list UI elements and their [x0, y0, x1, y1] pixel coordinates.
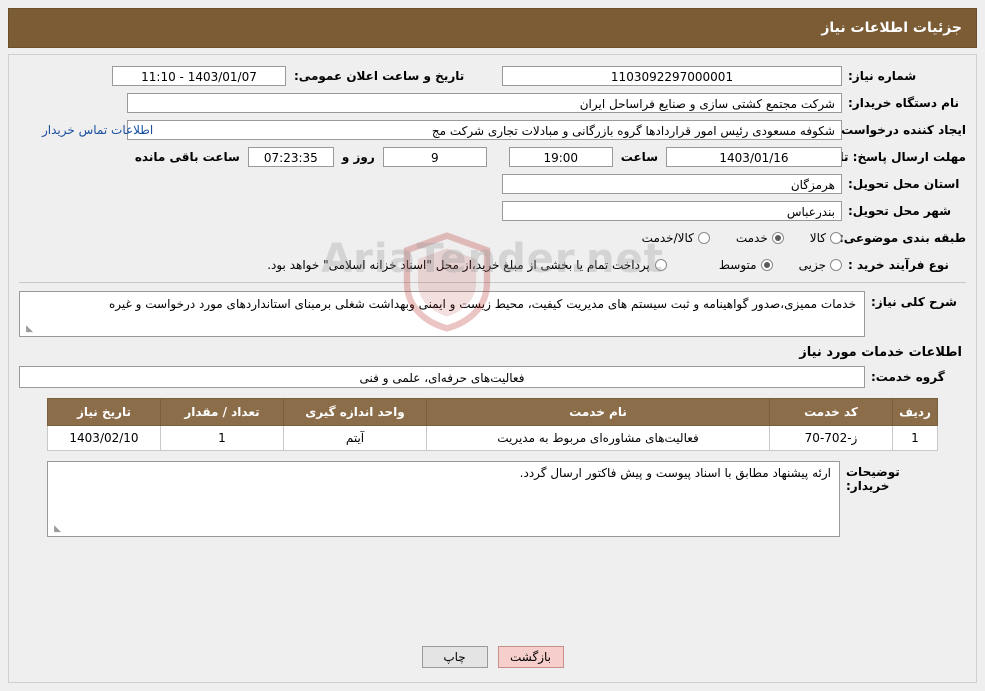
deadline-time: 19:00 [508, 147, 613, 167]
category-option-khedmat-label: خدمت [735, 231, 768, 245]
service-group-label: گروه خدمت: [871, 370, 945, 384]
description-label: شرح کلی نیاز: [871, 295, 957, 309]
province-label: استان محل تحویل: [848, 177, 960, 191]
col-date: تاریخ نیاز [47, 398, 161, 426]
category-option-kala-khedmat-label: کالا/خدمت [641, 231, 694, 245]
services-table: ردیف کد خدمت نام خدمت واحد اندازه گیری ت… [47, 398, 938, 451]
days-label: روز و [341, 150, 375, 164]
radio-icon-jozei[interactable] [830, 259, 842, 271]
row-buyer-org: نام دستگاه خریدار: شرکت مجتمع کشتی سازی … [19, 92, 966, 114]
announce-datetime-value: 1403/01/07 - 11:10 [112, 66, 286, 86]
services-section-title: اطلاعات خدمات مورد نیاز [799, 345, 962, 360]
radio-icon-motavaset[interactable] [760, 259, 773, 271]
col-unit: واحد اندازه گیری [283, 398, 427, 426]
details-panel: شماره نیاز: 1103092297000001 تاریخ و ساع… [8, 54, 977, 683]
print-button[interactable]: چاپ [421, 646, 488, 668]
process-option-motavaset[interactable]: متوسط [719, 258, 773, 272]
buyer-note-text: ارئه پیشنهاد مطابق با اسناد پیوست و پیش … [519, 466, 831, 480]
row-province: استان محل تحویل: هرمزگان [19, 173, 966, 195]
process-option-jozei-label: جزیی [798, 258, 826, 272]
category-option-khedmat[interactable]: خدمت [736, 231, 784, 245]
resize-handle-icon-note[interactable]: ◣ [51, 525, 61, 535]
col-name: نام خدمت [426, 398, 770, 426]
requester-label: ایجاد کننده درخواست: [836, 123, 966, 137]
page-root: جزئیات اطلاعات نیاز شماره نیاز: 11030922… [0, 0, 985, 691]
remaining-time-value: 07:23:35 [247, 147, 334, 167]
back-button[interactable]: بازگشت [497, 646, 564, 668]
radio-icon-khedmat[interactable] [771, 232, 784, 244]
buyer-contact-link[interactable]: اطلاعات تماس خریدار [42, 123, 153, 137]
cell-name: فعالیت‌های مشاوره‌ای مربوط به مدیریت [426, 425, 770, 451]
description-text: خدمات ممیزی،صدور گواهینامه و ثبت سیستم ه… [109, 297, 856, 311]
description-textarea[interactable]: خدمات ممیزی،صدور گواهینامه و ثبت سیستم ه… [19, 291, 865, 337]
service-group-value: فعالیت‌های حرفه‌ای، علمی و فنی [19, 366, 865, 388]
process-note-text: پرداخت تمام یا بخشی از مبلغ خرید،از محل … [267, 258, 650, 272]
deadline-label: مهلت ارسال پاسخ: تا تاریخ: [801, 149, 966, 164]
buyer-org-value: شرکت مجتمع کشتی سازی و صنایع فراساحل ایر… [127, 93, 842, 113]
cell-row: 1 [892, 425, 938, 451]
need-number-value: 1103092297000001 [502, 66, 842, 86]
col-code: کد خدمت [769, 398, 893, 426]
announce-datetime-label: تاریخ و ساعت اعلان عمومی: [294, 69, 465, 83]
table-row: 1 ز-702-70 فعالیت‌های مشاوره‌ای مربوط به… [47, 425, 938, 451]
page-header: جزئیات اطلاعات نیاز [8, 8, 977, 48]
category-option-kala[interactable]: کالا [810, 231, 842, 245]
province-value: هرمزگان [502, 174, 842, 194]
need-form: شماره نیاز: 1103092297000001 تاریخ و ساع… [9, 55, 976, 283]
row-service-group: گروه خدمت: فعالیت‌های حرفه‌ای، علمی و فن… [19, 366, 966, 388]
buyer-note-textarea[interactable]: ارئه پیشنهاد مطابق با اسناد پیوست و پیش … [47, 461, 840, 537]
table-header-row: ردیف کد خدمت نام خدمت واحد اندازه گیری ت… [47, 398, 938, 426]
category-option-kala-khedmat[interactable]: کالا/خدمت [642, 231, 710, 245]
cell-code: ز-702-70 [769, 425, 893, 451]
process-label: نوع فرآیند خرید : [848, 258, 949, 272]
need-number-label: شماره نیاز: [848, 69, 917, 83]
hour-label: ساعت [620, 150, 658, 164]
city-value: بندرعباس [502, 201, 842, 221]
category-option-kala-label: کالا [809, 231, 826, 245]
row-deadline: مهلت ارسال پاسخ: تا تاریخ: 1403/01/16 سا… [19, 146, 966, 168]
row-requester: ایجاد کننده درخواست: شکوفه مسعودی رئیس ا… [19, 119, 966, 141]
days-remaining-value: 9 [382, 147, 487, 167]
buyer-note-label: توضیحات خریدار: [846, 465, 900, 493]
process-note-wrap: پرداخت تمام یا بخشی از مبلغ خرید،از محل … [267, 258, 667, 272]
col-qty: تعداد / مقدار [160, 398, 284, 426]
cell-unit: آیتم [283, 425, 427, 451]
process-option-jozei[interactable]: جزیی [799, 258, 842, 272]
divider-1 [19, 282, 966, 283]
row-description: شرح کلی نیاز: خدمات ممیزی،صدور گواهینامه… [19, 291, 966, 337]
radio-icon-kala[interactable] [830, 232, 842, 244]
page-title: جزئیات اطلاعات نیاز [821, 20, 962, 36]
city-label: شهر محل تحویل: [848, 204, 952, 218]
row-buyer-note: توضیحات خریدار: ارئه پیشنهاد مطابق با اس… [47, 461, 938, 537]
radio-icon-kala-khedmat[interactable] [697, 232, 710, 244]
deadline-date: 1403/01/16 [666, 147, 842, 167]
buyer-org-label: نام دستگاه خریدار: [848, 96, 959, 110]
row-category: طبقه بندی موضوعی: کالا خدمت کالا/خدمت [19, 227, 966, 249]
remaining-label: ساعت باقی مانده [134, 150, 240, 164]
resize-handle-icon[interactable]: ◣ [23, 325, 33, 335]
cell-qty: 1 [160, 425, 284, 451]
category-label: طبقه بندی موضوعی: [838, 231, 966, 245]
row-city: شهر محل تحویل: بندرعباس [19, 200, 966, 222]
services-table-wrap: ردیف کد خدمت نام خدمت واحد اندازه گیری ت… [47, 398, 938, 451]
requester-value: شکوفه مسعودی رئیس امور قراردادها گروه با… [127, 120, 842, 140]
row-process-type: نوع فرآیند خرید : جزیی متوسط پرداخت تمام… [19, 254, 966, 276]
process-option-motavaset-label: متوسط [718, 258, 757, 272]
col-row: ردیف [892, 398, 938, 426]
footer-buttons: بازگشت چاپ [9, 646, 976, 668]
cell-date: 1403/02/10 [47, 425, 161, 451]
checkbox-icon-treasury-note[interactable] [654, 259, 667, 271]
row-need-number: شماره نیاز: 1103092297000001 تاریخ و ساع… [19, 65, 966, 87]
